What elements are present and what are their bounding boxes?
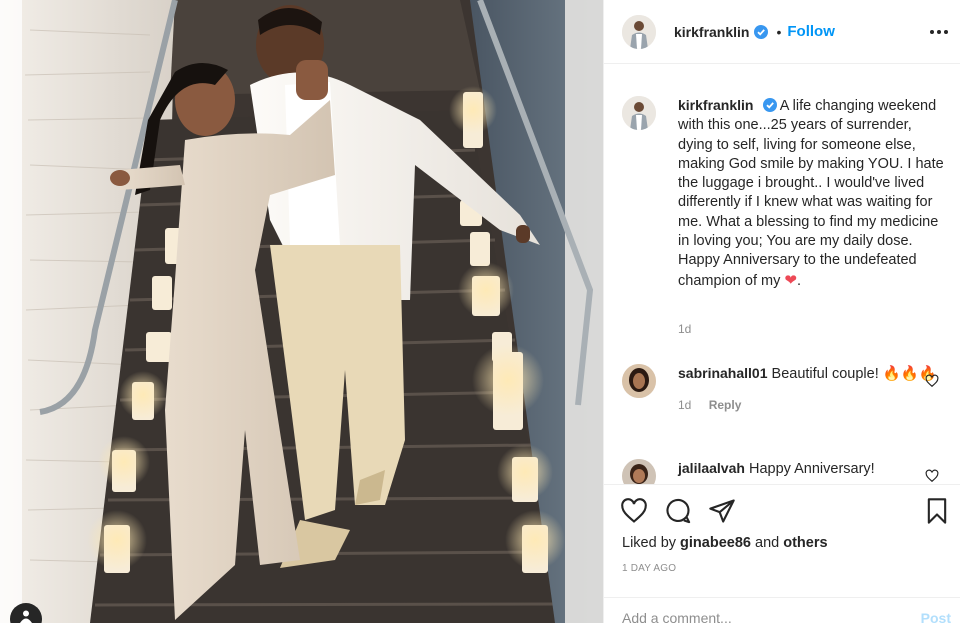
comment-item: jalilaalvah Happy Anniversary! bbox=[622, 459, 952, 484]
comment-text: Happy Anniversary! bbox=[748, 461, 875, 477]
follow-button[interactable]: Follow bbox=[787, 23, 835, 40]
comment-username[interactable]: sabrinahall01 bbox=[678, 365, 768, 381]
share-icon[interactable] bbox=[708, 497, 736, 530]
comment-username[interactable]: jalilaalvah bbox=[678, 460, 745, 476]
caption-text-block: kirkfranklin A life changing weekend wit… bbox=[678, 96, 948, 291]
action-icons bbox=[620, 497, 736, 530]
post-caption: kirkfranklin A life changing weekend wit… bbox=[622, 96, 952, 291]
likes-prefix: Liked by bbox=[622, 535, 677, 551]
comment-icon[interactable] bbox=[664, 497, 692, 530]
red-heart-emoji-icon: ❤ bbox=[784, 271, 797, 289]
instagram-post: kirkfranklin • Follow kirkfranklin A lif… bbox=[0, 0, 960, 626]
more-icon[interactable] bbox=[929, 22, 949, 42]
likes-summary: Liked by ginabee86 and others bbox=[622, 535, 828, 551]
author-username[interactable]: kirkfranklin bbox=[674, 24, 749, 40]
post-sidebar: kirkfranklin • Follow kirkfranklin A lif… bbox=[603, 0, 960, 626]
comment-body: sabrinahall01 Beautiful couple! 🔥🔥🔥 1d R… bbox=[678, 364, 938, 415]
comment-like-heart-icon[interactable] bbox=[925, 469, 939, 483]
add-comment-bar: Post bbox=[604, 597, 960, 637]
caption-end: . bbox=[796, 272, 801, 289]
post-photo[interactable] bbox=[0, 0, 603, 623]
post-comment-button[interactable]: Post bbox=[921, 610, 951, 626]
verified-icon bbox=[754, 24, 769, 39]
post-header: kirkfranklin • Follow bbox=[604, 0, 960, 64]
comment-meta: 1d Reply bbox=[678, 396, 938, 415]
reply-button[interactable]: Reply bbox=[709, 398, 742, 412]
caption-avatar[interactable] bbox=[622, 96, 656, 130]
caption-time[interactable]: 1d bbox=[678, 322, 691, 336]
verified-icon bbox=[762, 98, 777, 112]
comment-item: sabrinahall01 Beautiful couple! 🔥🔥🔥 1d R… bbox=[622, 364, 952, 415]
photo-scene bbox=[0, 0, 603, 623]
author-avatar[interactable] bbox=[622, 14, 656, 49]
comment-time[interactable]: 1d bbox=[678, 398, 691, 412]
comment-input[interactable] bbox=[622, 610, 902, 626]
likes-connector: and bbox=[755, 535, 780, 551]
caption-text: A life changing weekend with this one...… bbox=[678, 98, 944, 289]
comments-list[interactable]: kirkfranklin A life changing weekend wit… bbox=[604, 64, 960, 484]
post-timestamp[interactable]: 1 DAY AGO bbox=[622, 563, 676, 574]
comment-text: Beautiful couple! 🔥🔥🔥 bbox=[771, 366, 937, 382]
liker-username[interactable]: ginabee86 bbox=[680, 535, 751, 551]
likes-others-link[interactable]: others bbox=[783, 535, 827, 551]
commenter-avatar[interactable] bbox=[622, 364, 656, 398]
caption-username[interactable]: kirkfranklin bbox=[678, 97, 753, 113]
heart-icon[interactable] bbox=[620, 497, 648, 530]
bookmark-icon[interactable] bbox=[923, 497, 951, 530]
commenter-avatar[interactable] bbox=[622, 459, 656, 484]
separator-dot: • bbox=[776, 23, 782, 40]
comment-like-heart-icon[interactable] bbox=[925, 374, 939, 388]
comment-body: jalilaalvah Happy Anniversary! bbox=[678, 459, 938, 484]
post-actions: Liked by ginabee86 and others 1 DAY AGO … bbox=[604, 484, 960, 626]
